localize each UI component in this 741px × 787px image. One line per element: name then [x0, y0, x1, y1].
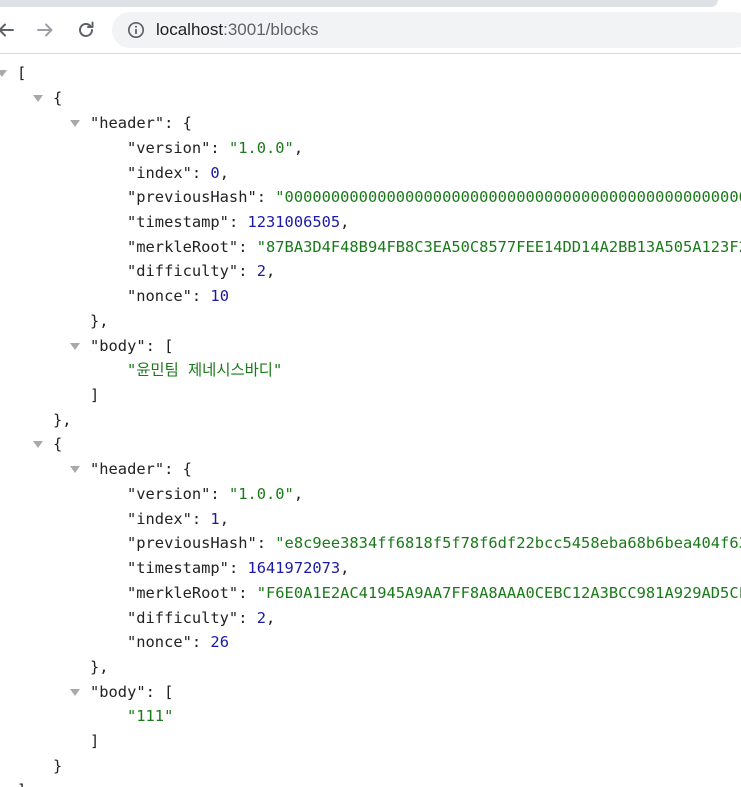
- address-bar[interactable]: localhost:3001/blocks: [112, 12, 741, 48]
- header-previous-hash: "000000000000000000000000000000000000000…: [275, 188, 741, 206]
- url-text[interactable]: localhost:3001/blocks: [156, 12, 319, 48]
- active-tab-edge[interactable]: [0, 0, 718, 7]
- expand-toggle-icon[interactable]: [32, 86, 44, 111]
- header-merkle-root: "87BA3D4F48B94FB8C3EA50C8577FEE14DD14A2B…: [256, 238, 741, 256]
- header-difficulty: 2: [256, 609, 267, 627]
- reload-button[interactable]: [72, 16, 100, 44]
- expand-toggle-icon[interactable]: [69, 111, 81, 136]
- expand-toggle-icon[interactable]: [69, 457, 81, 482]
- header-index: 0: [210, 164, 220, 182]
- body-item: "윤민팀 제네시스바디": [127, 361, 283, 379]
- header-timestamp: 1641972073: [247, 559, 341, 577]
- expand-toggle-icon[interactable]: [0, 61, 8, 86]
- header-nonce: 10: [210, 287, 229, 305]
- url-host: localhost: [156, 20, 224, 39]
- forward-arrow-icon: [37, 23, 53, 37]
- header-nonce: 26: [210, 633, 229, 651]
- back-arrow-icon: [0, 23, 14, 37]
- forward-button[interactable]: [31, 16, 59, 44]
- header-version: "1.0.0": [228, 139, 294, 157]
- browser-toolbar: localhost:3001/blocks: [0, 8, 741, 54]
- header-previous-hash: "e8c9ee3834ff6818f5f78f6df22bcc5458eba68…: [275, 534, 741, 552]
- expand-toggle-icon[interactable]: [32, 432, 44, 457]
- back-button[interactable]: [0, 16, 20, 44]
- url-path: :3001/blocks: [223, 20, 319, 39]
- header-difficulty: 2: [256, 262, 267, 280]
- json-viewer: [ { "header": { "version": "1.0.0", "ind…: [0, 54, 741, 787]
- reload-icon: [79, 21, 94, 37]
- expand-toggle-icon[interactable]: [69, 680, 81, 705]
- header-timestamp: 1231006505: [247, 213, 341, 231]
- header-version: "1.0.0": [228, 485, 294, 503]
- header-index: 1: [210, 510, 220, 528]
- expand-toggle-icon[interactable]: [69, 334, 81, 359]
- info-icon[interactable]: [127, 21, 145, 39]
- tab-strip: [0, 0, 741, 8]
- body-item: "111": [127, 707, 174, 725]
- header-merkle-root: "F6E0A1E2AC41945A9AA7FF8A8AAA0CEBC12A3BC…: [256, 584, 741, 602]
